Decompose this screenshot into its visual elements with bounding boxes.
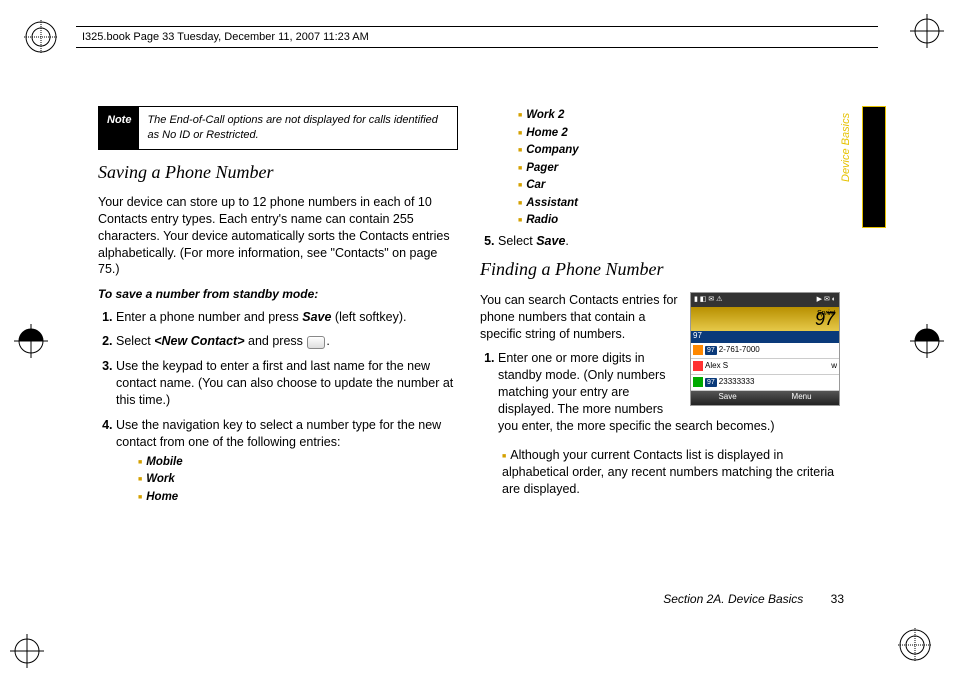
- type-assistant: Assistant: [518, 196, 840, 212]
- call-icon: [693, 377, 703, 387]
- phone-screenshot: ▮ ◧ ✉ ⚠▶ ✉ ◐ Sprint 97 97 97 2-761-7000 …: [690, 292, 840, 406]
- phone-result-1: 97 2-761-7000: [691, 343, 839, 359]
- type-work2: Work 2: [518, 108, 840, 124]
- saving-step-3: Use the keypad to enter a first and last…: [116, 358, 458, 409]
- saving-intro: Your device can store up to 12 phone num…: [98, 194, 458, 278]
- type-radio: Radio: [518, 213, 840, 229]
- note-box: Note The End-of-Call options are not dis…: [98, 106, 458, 150]
- phone-softkeys: Save Menu: [691, 391, 839, 405]
- type-pager: Pager: [518, 161, 840, 177]
- note-text: The End-of-Call options are not displaye…: [139, 107, 457, 149]
- saving-steps: Enter a phone number and press Save (lef…: [98, 309, 458, 506]
- section-tab: Device Basics: [862, 106, 886, 228]
- phone-dial-area: Sprint 97: [691, 307, 839, 331]
- crop-mark-mid-left: [14, 324, 48, 358]
- note-label: Note: [99, 107, 139, 149]
- softkey-right: Menu: [792, 392, 812, 403]
- heading-saving: Saving a Phone Number: [98, 160, 458, 184]
- type-company: Company: [518, 143, 840, 159]
- type-car: Car: [518, 178, 840, 194]
- phone-result-3: 97 23333333: [691, 375, 839, 391]
- saving-step-5: Select Save.: [498, 233, 840, 250]
- type-home: Home: [138, 490, 458, 506]
- phone-result-2: Alex S w: [691, 359, 839, 375]
- crop-mark-top-left: [24, 20, 58, 54]
- softkey-left: Save: [718, 392, 736, 403]
- phone-carrier: Sprint: [817, 309, 835, 318]
- saving-step-4: Use the navigation key to select a numbe…: [116, 417, 458, 505]
- footer-page: 33: [831, 592, 844, 606]
- phone-match-bar: 97: [691, 331, 839, 343]
- saving-subhead: To save a number from standby mode:: [98, 286, 458, 302]
- finding-sub-1: Although your current Contacts list is d…: [502, 447, 840, 498]
- crop-mark-bottom-left: [10, 634, 44, 668]
- heading-finding: Finding a Phone Number: [480, 257, 840, 281]
- footer-section: Section 2A. Device Basics: [663, 592, 803, 606]
- ok-key-icon: [307, 336, 325, 349]
- alert-icon: [693, 345, 703, 355]
- type-mobile: Mobile: [138, 455, 458, 471]
- finding-intro-row: ▮ ◧ ✉ ⚠▶ ✉ ◐ Sprint 97 97 97 2-761-7000 …: [480, 292, 840, 498]
- header-file-text: I325.book Page 33 Tuesday, December 11, …: [82, 31, 369, 43]
- types-list-b: Work 2 Home 2 Company Pager Car Assistan…: [480, 108, 840, 229]
- type-work: Work: [138, 472, 458, 488]
- crop-mark-mid-right: [910, 324, 944, 358]
- finding-sub-bullets: Although your current Contacts list is d…: [480, 447, 840, 498]
- saving-step-2: Select <New Contact> and press .: [116, 333, 458, 350]
- page-footer: Section 2A. Device Basics 33: [663, 592, 844, 606]
- type-home2: Home 2: [518, 126, 840, 142]
- saving-step-1: Enter a phone number and press Save (lef…: [116, 309, 458, 326]
- left-column: Note The End-of-Call options are not dis…: [98, 106, 458, 606]
- crop-mark-top-right: [910, 14, 944, 48]
- right-column: Work 2 Home 2 Company Pager Car Assistan…: [480, 106, 840, 606]
- page-header-stamp: I325.book Page 33 Tuesday, December 11, …: [76, 26, 878, 48]
- crop-mark-bottom-right: [898, 628, 932, 662]
- saving-steps-cont: Select Save.: [480, 233, 840, 250]
- contact-icon: [693, 361, 703, 371]
- types-list-a: Mobile Work Home: [116, 455, 458, 506]
- phone-status-bar: ▮ ◧ ✉ ⚠▶ ✉ ◐: [691, 293, 839, 307]
